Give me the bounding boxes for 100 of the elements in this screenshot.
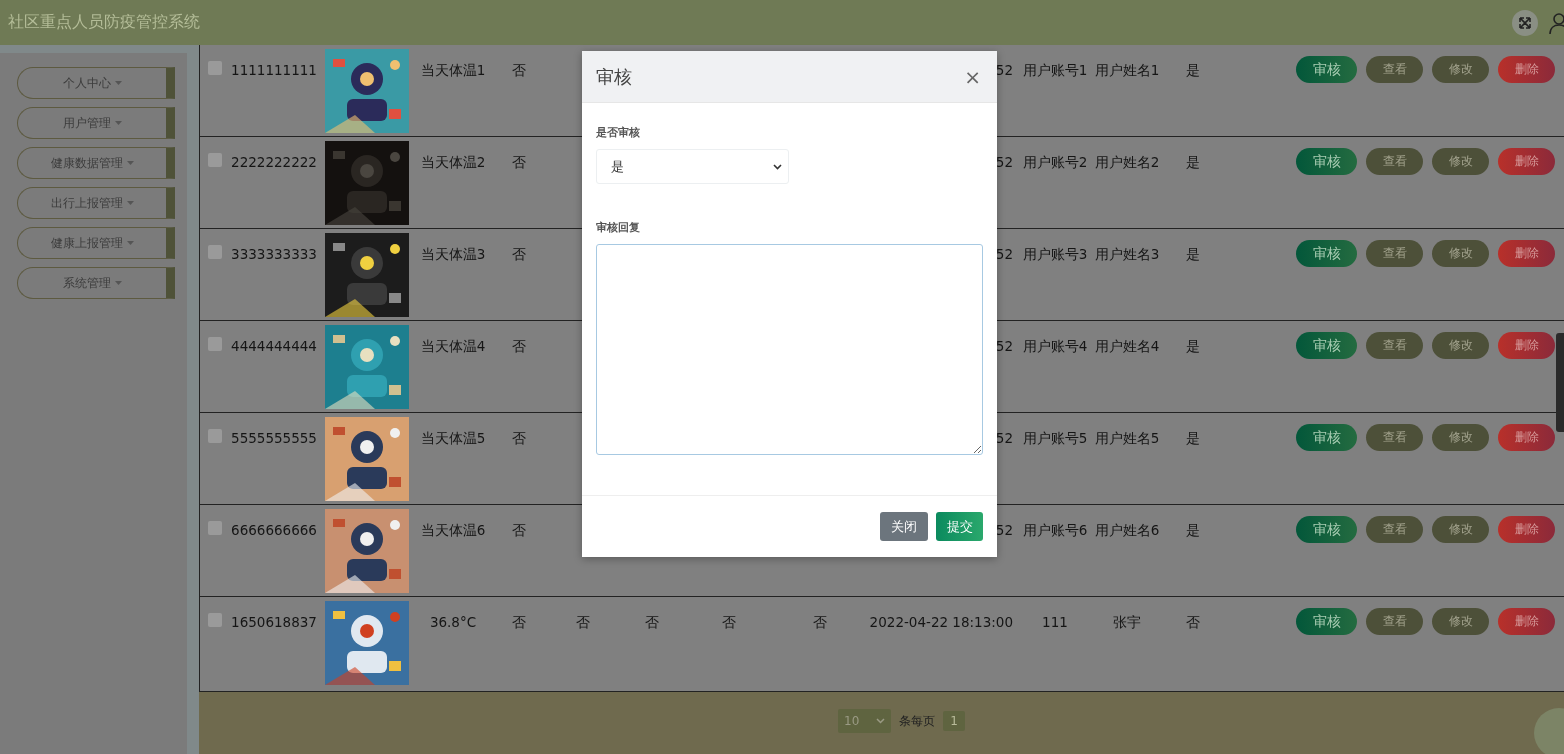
delete-button[interactable]: 删除 [1498,608,1555,635]
table-cell: 52 [995,430,1013,446]
delete-button[interactable]: 删除 [1498,332,1555,359]
table-cell: 5555555555 [231,430,317,446]
edit-button[interactable]: 修改 [1432,516,1489,543]
row-checkbox[interactable] [208,521,222,535]
close-dialog-button[interactable]: 关闭 [880,512,928,541]
row-checkbox[interactable] [208,429,222,443]
delete-button[interactable]: 删除 [1498,424,1555,451]
table-cell: 用户姓名1 [1094,62,1160,78]
row-checkbox[interactable] [208,245,222,259]
table-cell: 张宇 [1113,614,1141,630]
page-size-select[interactable]: 10 [838,709,891,733]
row-checkbox[interactable] [208,153,222,167]
dialog-title: 审核 [596,64,632,89]
chevron-down-icon [773,163,782,170]
table-cell: 当天体温4 [420,338,486,354]
row-checkbox[interactable] [208,613,222,627]
table-cell: 用户姓名3 [1094,246,1160,262]
table-cell: 否 [722,614,736,630]
table-cell: 否 [512,154,526,170]
approve-button[interactable]: 审核 [1296,332,1357,359]
edit-button[interactable]: 修改 [1432,424,1489,451]
approve-button[interactable]: 审核 [1296,608,1357,635]
table-cell: 是 [1186,430,1200,446]
table-cell: 是 [1186,154,1200,170]
approve-button[interactable]: 审核 [1296,148,1357,175]
edit-button[interactable]: 修改 [1432,148,1489,175]
view-button[interactable]: 查看 [1366,332,1423,359]
approve-button[interactable]: 审核 [1296,56,1357,83]
delete-button[interactable]: 删除 [1498,240,1555,267]
caret-icon [126,241,134,245]
row-checkbox[interactable] [208,61,222,75]
table-cell: 否 [512,522,526,538]
table-cell: 用户姓名5 [1094,430,1160,446]
edit-button[interactable]: 修改 [1432,240,1489,267]
approve-button[interactable]: 审核 [1296,424,1357,451]
view-button[interactable]: 查看 [1366,424,1423,451]
caret-icon [114,121,122,125]
table-cell: 用户账号6 [1022,522,1088,538]
page-button[interactable]: 1 [943,711,965,731]
table-cell: 当天体温6 [420,522,486,538]
table-cell: 用户姓名4 [1094,338,1160,354]
caret-icon [114,281,122,285]
approve-button[interactable]: 审核 [1296,516,1357,543]
view-button[interactable]: 查看 [1366,148,1423,175]
table-cell: 用户账号3 [1022,246,1088,262]
approve-button[interactable]: 审核 [1296,240,1357,267]
fullscreen-icon[interactable] [1512,9,1538,36]
table-cell: 用户账号5 [1022,430,1088,446]
view-button[interactable]: 查看 [1366,608,1423,635]
row-checkbox[interactable] [208,337,222,351]
table-cell: 当天体温2 [420,154,486,170]
table-cell: 否 [512,246,526,262]
caret-icon [126,161,134,165]
caret-icon [126,201,134,205]
table-cell: 当天体温5 [420,430,486,446]
table-cell: 3333333333 [231,246,317,262]
table-cell: 否 [512,430,526,446]
sidebar-menu-button[interactable]: 用户管理 [17,107,175,139]
edit-button[interactable]: 修改 [1432,56,1489,83]
field-label: 是否审核 [596,125,641,140]
sidebar-menu-button[interactable]: 个人中心 [17,67,175,99]
table-cell: 52 [995,338,1013,354]
select-field[interactable]: 是 [596,149,789,184]
table-cell: 当天体温3 [420,246,486,262]
table-cell: 否 [512,338,526,354]
delete-button[interactable]: 删除 [1498,148,1555,175]
table-cell: 52 [995,154,1013,170]
caret-icon [114,81,122,85]
delete-button[interactable]: 删除 [1498,516,1555,543]
sidebar-menu-button[interactable]: 系统管理 [17,267,175,299]
table-cell: 否 [1186,614,1200,630]
table-cell: 用户姓名6 [1094,522,1160,538]
table-cell: 用户账号4 [1022,338,1088,354]
view-button[interactable]: 查看 [1366,240,1423,267]
table-cell: 否 [645,614,659,630]
table-cell: 6666666666 [231,522,317,538]
table-cell: 是 [1186,62,1200,78]
reply-textarea[interactable] [596,244,983,455]
table-cell: 用户姓名2 [1094,154,1160,170]
table-cell: 2222222222 [231,154,317,170]
table-cell: 当天体温1 [420,62,486,78]
edit-button[interactable]: 修改 [1432,332,1489,359]
sidebar-menu-button[interactable]: 健康数据管理 [17,147,175,179]
edit-button[interactable]: 修改 [1432,608,1489,635]
table-cell: 是 [1186,338,1200,354]
submit-button[interactable]: 提交 [936,512,983,541]
table-cell: 用户账号1 [1022,62,1088,78]
table-cell: 否 [512,62,526,78]
table-cell: 36.8°C [429,614,477,630]
close-button[interactable]: × [964,66,981,87]
delete-button[interactable]: 删除 [1498,56,1555,83]
table-cell: 用户账号2 [1022,154,1088,170]
app-title: 社区重点人员防疫管控系统 [8,12,200,33]
page-size-label: 条每页 [899,712,935,730]
view-button[interactable]: 查看 [1366,516,1423,543]
table-cell: 1111111111 [231,62,317,78]
view-button[interactable]: 查看 [1366,56,1423,83]
scrollbar-thumb[interactable] [1556,333,1564,432]
